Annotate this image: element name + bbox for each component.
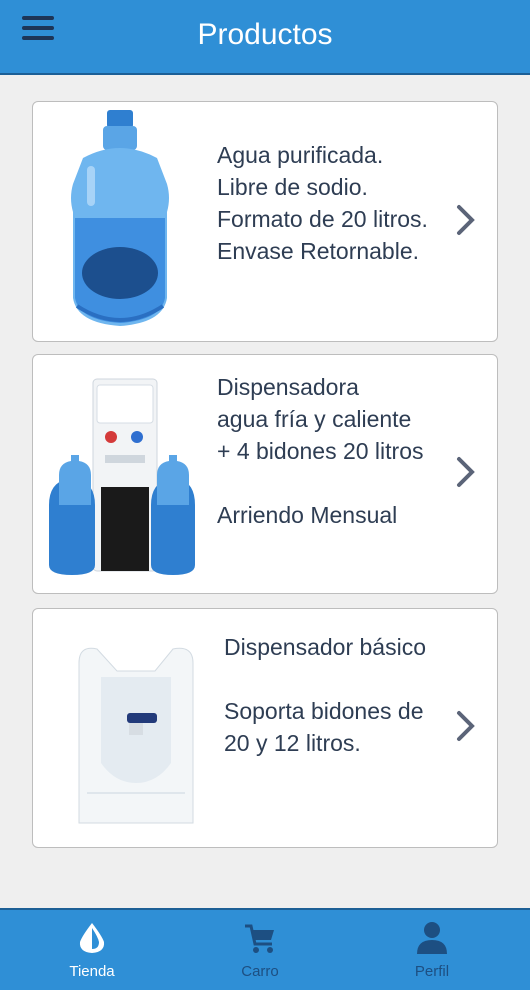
- product-description: Dispensadora agua fría y caliente + 4 bi…: [217, 374, 424, 528]
- product-card-dispensador-basico[interactable]: Dispensador básico Soporta bidones de 20…: [32, 608, 498, 848]
- basic-dispenser-image: [78, 647, 194, 824]
- person-icon: [417, 922, 447, 954]
- product-card-agua-purificada[interactable]: Agua purificada. Libre de sodio. Formato…: [32, 101, 498, 342]
- product-description: Dispensador básico Soporta bidones de 20…: [224, 634, 427, 756]
- page-title: Productos: [197, 18, 333, 51]
- tab-label: Perfil: [414, 963, 450, 980]
- chevron-right-icon[interactable]: [455, 204, 477, 236]
- dispenser-with-bottles-image: [49, 378, 195, 575]
- product-description: Agua purificada. Libre de sodio. Formato…: [217, 142, 428, 264]
- tab-carro[interactable]: Carro: [200, 920, 320, 980]
- product-card-dispensadora[interactable]: Dispensadora agua fría y caliente + 4 bi…: [32, 354, 498, 594]
- tab-label: Carro: [241, 963, 279, 980]
- water-jug-image: [71, 110, 169, 326]
- app-header: Productos: [0, 0, 530, 75]
- tab-tienda[interactable]: Tienda: [32, 920, 152, 980]
- chevron-right-icon[interactable]: [455, 456, 477, 488]
- water-drop-icon: [79, 923, 105, 953]
- bottom-tab-bar: Tienda Carro Perfil: [0, 908, 530, 990]
- chevron-right-icon[interactable]: [455, 710, 477, 742]
- tab-perfil[interactable]: Perfil: [372, 920, 492, 980]
- tab-label: Tienda: [69, 963, 115, 980]
- cart-icon: [245, 924, 274, 953]
